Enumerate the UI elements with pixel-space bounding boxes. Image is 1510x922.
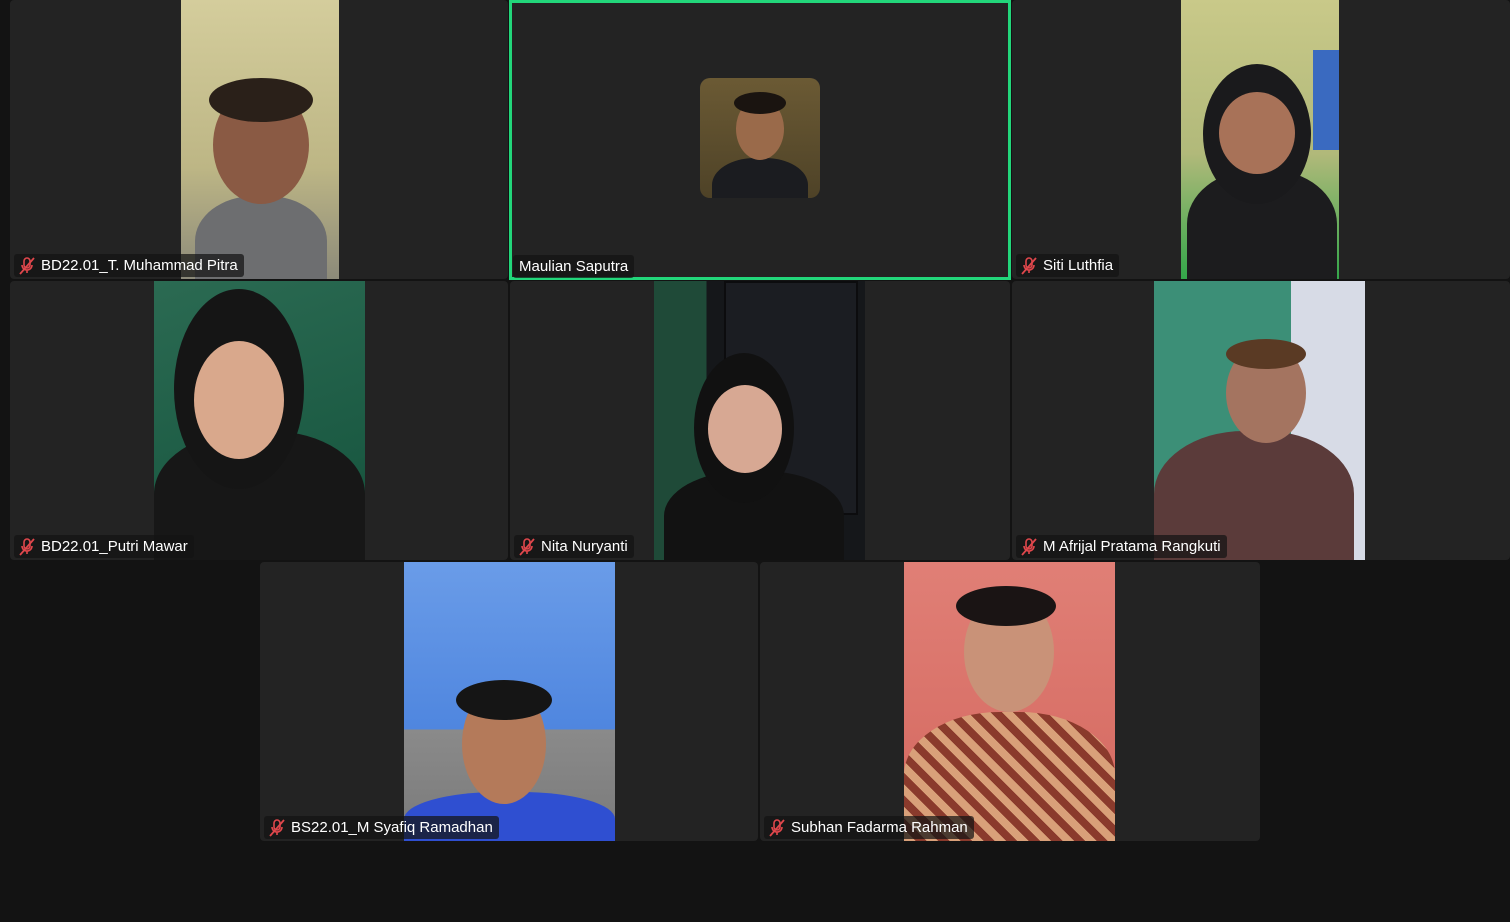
participant-name-bar: Nita Nuryanti <box>514 535 634 558</box>
muted-microphone-icon <box>19 256 35 275</box>
participant-video <box>654 281 865 560</box>
participant-tile[interactable]: BD22.01_T. Muhammad Pitra <box>10 0 508 279</box>
muted-microphone-icon <box>19 537 35 556</box>
muted-microphone-icon <box>1021 537 1037 556</box>
participant-tile[interactable]: M Afrijal Pratama Rangkuti <box>1012 281 1510 560</box>
participant-tile[interactable]: BS22.01_M Syafiq Ramadhan <box>260 562 758 841</box>
participant-video <box>1154 281 1365 560</box>
participant-video <box>1181 0 1339 279</box>
muted-microphone-icon <box>519 537 535 556</box>
participant-name: Subhan Fadarma Rahman <box>791 819 968 836</box>
participant-name-bar: BD22.01_T. Muhammad Pitra <box>14 254 244 277</box>
participant-tile[interactable]: Subhan Fadarma Rahman <box>760 562 1260 841</box>
participant-name: BD22.01_T. Muhammad Pitra <box>41 257 238 274</box>
participant-name-bar: Maulian Saputra <box>513 255 635 278</box>
participant-name: Siti Luthfia <box>1043 257 1114 274</box>
muted-microphone-icon <box>1021 256 1037 275</box>
participant-name: BD22.01_Putri Mawar <box>41 538 188 555</box>
participant-tile-active-speaker[interactable]: Maulian Saputra <box>509 0 1011 280</box>
participant-name-bar: BS22.01_M Syafiq Ramadhan <box>264 816 499 839</box>
participant-name-bar: Subhan Fadarma Rahman <box>764 816 974 839</box>
participant-name-bar: M Afrijal Pratama Rangkuti <box>1016 535 1227 558</box>
participant-tile[interactable]: Siti Luthfia <box>1012 0 1510 279</box>
participant-tile[interactable]: Nita Nuryanti <box>510 281 1010 560</box>
participant-avatar <box>700 78 820 198</box>
participant-name: Nita Nuryanti <box>541 538 628 555</box>
participant-name: M Afrijal Pratama Rangkuti <box>1043 538 1221 555</box>
participant-video <box>154 281 365 560</box>
participant-name: BS22.01_M Syafiq Ramadhan <box>291 819 493 836</box>
participant-name-bar: Siti Luthfia <box>1016 254 1120 277</box>
participant-video <box>181 0 339 279</box>
muted-microphone-icon <box>269 818 285 837</box>
participant-video <box>904 562 1115 841</box>
participant-name: Maulian Saputra <box>519 258 629 275</box>
muted-microphone-icon <box>769 818 785 837</box>
participant-tile[interactable]: BD22.01_Putri Mawar <box>10 281 508 560</box>
participant-video <box>404 562 615 841</box>
participant-name-bar: BD22.01_Putri Mawar <box>14 535 194 558</box>
